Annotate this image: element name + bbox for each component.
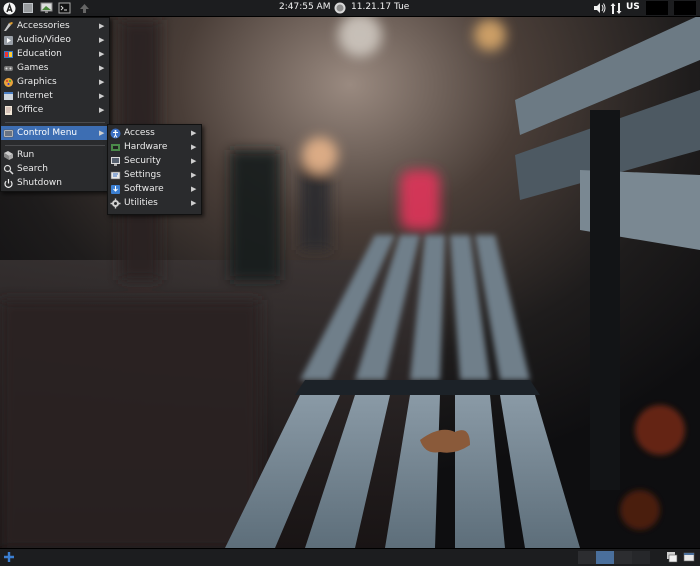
submenu-item-access[interactable]: Access ▶ [108,126,201,140]
workspace-1[interactable] [578,551,596,564]
submenu-item-utilities[interactable]: Utilities ▶ [108,196,201,210]
menu-item-label: Office [17,105,44,115]
application-menu: Accessories ▶ Audio/Video ▶ Education ▶ … [0,17,110,192]
menu-item-office[interactable]: Office ▶ [1,103,109,117]
software-icon [110,184,121,195]
submenu-arrow-icon: ▶ [99,92,105,100]
submenu-item-settings[interactable]: Settings ▶ [108,168,201,182]
clock-date[interactable]: 11.21.17 Tue [351,2,409,12]
submenu-item-label: Access [124,128,155,138]
submenu-item-label: Software [124,184,164,194]
menu-item-label: Shutdown [17,178,62,188]
update-arrow-icon[interactable] [77,1,91,15]
clock-time[interactable]: 2:47:55 AM [279,2,330,12]
keyboard-layout[interactable]: US [626,2,640,12]
tray-blank-1 [646,1,668,15]
app-menu-icon[interactable] [2,1,16,15]
submenu-item-security[interactable]: Security ▶ [108,154,201,168]
menu-item-label: Run [17,150,35,160]
submenu-arrow-icon: ▶ [191,199,197,207]
menu-item-education[interactable]: Education ▶ [1,47,109,61]
submenu-item-label: Hardware [124,142,168,152]
submenu-arrow-icon: ▶ [99,50,105,58]
submenu-item-hardware[interactable]: Hardware ▶ [108,140,201,154]
submenu-item-software[interactable]: Software ▶ [108,182,201,196]
education-icon [3,49,14,60]
menu-item-audio-video[interactable]: Audio/Video ▶ [1,33,109,47]
submenu-arrow-icon: ▶ [99,64,105,72]
menu-item-label: Graphics [17,77,57,87]
top-panel: 2:47:55 AM 11.21.17 Tue US [0,0,700,17]
settings-icon [110,170,121,181]
submenu-arrow-icon: ▶ [99,36,105,44]
submenu-item-label: Utilities [124,198,158,208]
menu-item-graphics[interactable]: Graphics ▶ [1,75,109,89]
calendar-icon[interactable] [333,1,347,15]
menu-item-label: Accessories [17,21,70,31]
security-icon [110,156,121,167]
games-icon [3,63,14,74]
display-icon[interactable] [39,1,53,15]
menu-item-label: Search [17,164,48,174]
graphics-icon [3,77,14,88]
accessories-icon [3,21,14,32]
submenu-arrow-icon: ▶ [191,143,197,151]
menu-separator [5,145,105,146]
bottom-panel [0,548,700,566]
submenu-arrow-icon: ▶ [191,171,197,179]
terminal-icon[interactable] [57,1,71,15]
menu-item-search[interactable]: Search [1,162,109,176]
menu-item-internet[interactable]: Internet ▶ [1,89,109,103]
internet-icon [3,91,14,102]
submenu-arrow-icon: ▶ [99,129,105,137]
window-list-icon[interactable] [683,551,695,563]
submenu-arrow-icon: ▶ [191,157,197,165]
submenu-arrow-icon: ▶ [191,185,197,193]
submenu-arrow-icon: ▶ [99,106,105,114]
workspace-4[interactable] [632,551,650,564]
audio-video-icon [3,35,14,46]
run-icon [3,150,14,161]
utilities-icon [110,198,121,209]
submenu-arrow-icon: ▶ [191,129,197,137]
submenu-item-label: Security [124,156,161,166]
menu-item-accessories[interactable]: Accessories ▶ [1,19,109,33]
search-icon [3,164,14,175]
control-menu-submenu: Access ▶ Hardware ▶ Security ▶ Settings … [107,124,202,215]
menu-item-label: Education [17,49,62,59]
menu-item-run[interactable]: Run [1,148,109,162]
control-menu-icon [3,128,14,139]
office-icon [3,105,14,116]
submenu-item-label: Settings [124,170,161,180]
menu-item-games[interactable]: Games ▶ [1,61,109,75]
workspace-3[interactable] [614,551,632,564]
menu-separator [5,122,105,123]
shutdown-icon [3,178,14,189]
tray-blank-2 [674,1,696,15]
menu-item-shutdown[interactable]: Shutdown [1,176,109,190]
show-desktop-icon[interactable] [666,551,678,563]
submenu-arrow-icon: ▶ [99,78,105,86]
menu-item-label: Internet [17,91,53,101]
submenu-arrow-icon: ▶ [99,22,105,30]
volume-icon[interactable] [592,1,606,15]
menu-item-label: Games [17,63,49,73]
network-icon[interactable] [609,1,623,15]
access-icon [110,128,121,139]
workspace-2[interactable] [596,551,614,564]
hardware-icon [110,142,121,153]
menu-item-label: Control Menu [17,128,78,138]
menu-item-control-menu[interactable]: Control Menu ▶ [1,126,109,140]
add-panel-icon[interactable] [3,551,15,563]
menu-item-label: Audio/Video [17,35,71,45]
file-manager-icon[interactable] [21,1,35,15]
